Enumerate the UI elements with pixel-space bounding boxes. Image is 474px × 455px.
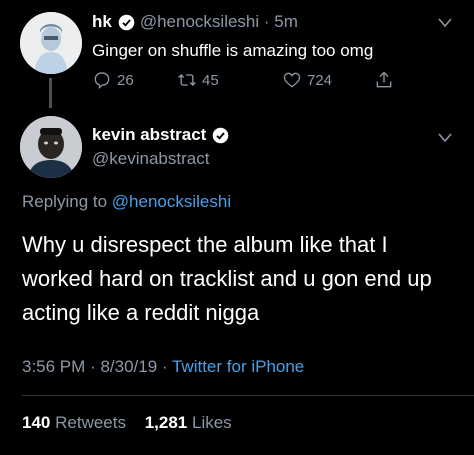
avatar-hk[interactable] <box>20 12 82 74</box>
tweet1-header: hk @henocksileshi · 5m <box>92 12 298 32</box>
tweet2-header: kevin abstract <box>92 125 234 145</box>
share-button[interactable] <box>374 70 399 90</box>
retweet-total[interactable]: 140 <box>22 413 50 432</box>
tweet2-meta: 3:56 PM · 8/30/19 · Twitter for iPhone <box>22 357 304 377</box>
chevron-down-icon[interactable] <box>438 133 452 143</box>
tweet2-source[interactable]: Twitter for iPhone <box>172 357 304 376</box>
like-icon <box>283 72 301 88</box>
retweet-count: 45 <box>202 71 219 89</box>
tweet2-date[interactable]: 8/30/19 <box>100 357 157 376</box>
reply-count: 26 <box>117 71 134 89</box>
separator-dot: · <box>90 357 101 376</box>
replying-to: Replying to @henocksileshi <box>22 192 231 212</box>
separator-dot: · <box>161 357 172 376</box>
tweet2-text: Why u disrespect the album like that I w… <box>22 232 432 325</box>
replying-prefix: Replying to <box>22 192 108 211</box>
tweet1-time[interactable]: 5m <box>274 12 298 32</box>
tweet1-name[interactable]: hk <box>92 12 112 32</box>
chevron-down-icon[interactable] <box>438 18 452 28</box>
retweet-total-label[interactable]: Retweets <box>55 413 126 432</box>
reply-button[interactable]: 26 <box>92 70 177 90</box>
replying-to-link[interactable]: @henocksileshi <box>112 192 231 211</box>
separator-dot: · <box>259 12 275 31</box>
share-icon <box>376 71 392 88</box>
like-total[interactable]: 1,281 <box>145 413 188 432</box>
verified-icon <box>213 127 229 143</box>
thread-line <box>49 78 52 108</box>
like-count: 724 <box>307 71 333 89</box>
avatar-kevin[interactable] <box>20 116 82 178</box>
tweet1-text: Ginger on shuffle is amazing too omg <box>92 41 374 60</box>
tweet2-time[interactable]: 3:56 PM <box>22 357 85 376</box>
tweet1-actions: 26 45 724 <box>92 70 399 90</box>
tweet2-handle[interactable]: @kevinabstract <box>92 149 209 169</box>
reply-icon <box>94 72 110 89</box>
verified-icon <box>118 14 135 30</box>
divider <box>22 395 474 396</box>
tweet2-stats: 140 Retweets 1,281 Likes <box>22 413 246 433</box>
tweet2-name[interactable]: kevin abstract <box>92 125 206 145</box>
retweet-button[interactable]: 45 <box>177 70 282 90</box>
like-button[interactable]: 724 <box>282 70 374 90</box>
tweet1-handle[interactable]: @henocksileshi <box>140 12 259 32</box>
retweet-icon <box>178 74 196 86</box>
like-total-label[interactable]: Likes <box>192 413 232 432</box>
